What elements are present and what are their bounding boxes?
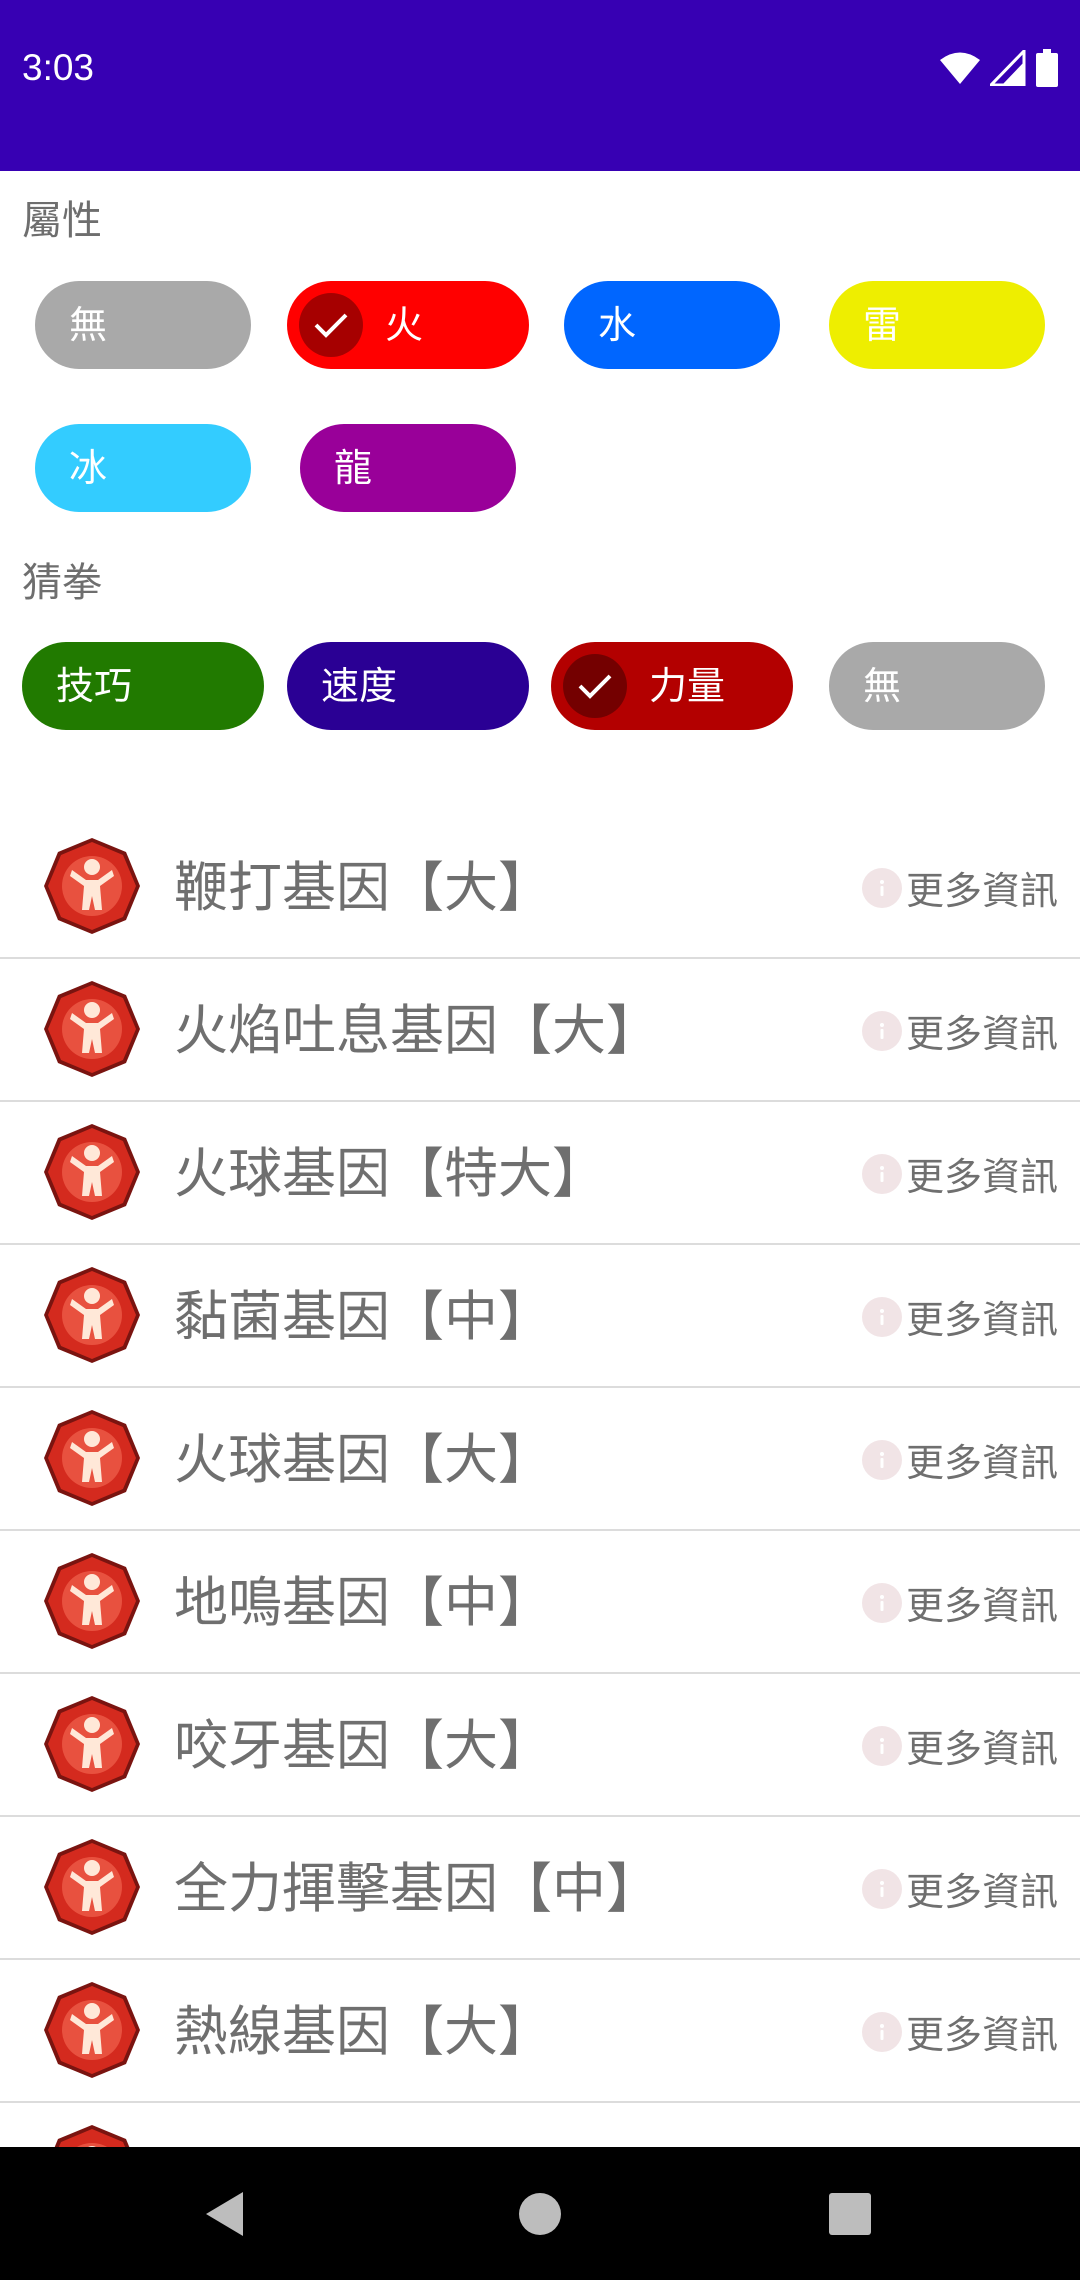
navigation-bar <box>0 2147 1080 2280</box>
more-info-label: 更多資訊 <box>905 869 1058 913</box>
power-gene-icon <box>42 2123 142 2147</box>
chip-attr-thunder[interactable]: 雷 <box>829 281 1045 369</box>
info-icon <box>861 1010 902 1051</box>
gene-row[interactable]: 鞭打基因【大】 更多資訊 <box>0 816 1080 959</box>
gene-name: 火球基因【特大】 <box>174 1142 606 1205</box>
gene-row[interactable]: 咆哮基因R 更多資訊 <box>0 2103 1080 2147</box>
power-gene-icon <box>42 1837 142 1937</box>
gene-row[interactable]: 熱線基因【大】 更多資訊 <box>0 1960 1080 2103</box>
info-icon <box>861 2011 902 2052</box>
chip-label: 速度 <box>321 664 398 708</box>
more-info-label: 更多資訊 <box>905 1012 1058 1056</box>
gene-name: 火焰吐息基因【大】 <box>174 999 660 1062</box>
info-icon <box>861 1582 902 1623</box>
status-time: 3:03 <box>22 47 95 88</box>
more-info-button[interactable]: 更多資訊 <box>862 2103 1058 2147</box>
chip-rps-power[interactable]: 力量 <box>551 642 793 730</box>
power-gene-icon <box>42 1551 142 1651</box>
more-info-label: 更多資訊 <box>905 1441 1058 1485</box>
gene-name: 咬牙基因【大】 <box>174 1714 552 1777</box>
power-gene-icon <box>42 1408 142 1508</box>
chip-attr-water[interactable]: 水 <box>564 281 780 369</box>
info-icon <box>861 1296 902 1337</box>
wifi-icon <box>940 52 980 84</box>
chip-label: 無 <box>69 303 108 347</box>
more-info-button[interactable]: 更多資訊 <box>861 816 1058 959</box>
more-info-label: 更多資訊 <box>905 1298 1058 1342</box>
battery-icon <box>1036 49 1058 87</box>
gene-name: 熱線基因【大】 <box>174 2000 552 2063</box>
chip-label: 冰 <box>69 446 108 490</box>
more-info-label: 更多資訊 <box>905 1584 1058 1628</box>
chip-label: 水 <box>598 303 637 347</box>
gene-row[interactable]: 火球基因【特大】 更多資訊 <box>0 1102 1080 1245</box>
recents-icon <box>829 2192 871 2235</box>
chip-attr-ice[interactable]: 冰 <box>35 424 251 512</box>
more-info-button[interactable]: 更多資訊 <box>861 1960 1058 2103</box>
gene-row[interactable]: 黏菌基因【中】 更多資訊 <box>0 1245 1080 1388</box>
back-button[interactable] <box>165 2147 285 2280</box>
gene-row[interactable]: 地鳴基因【中】 更多資訊 <box>0 1531 1080 1674</box>
more-info-label: 更多資訊 <box>905 2013 1058 2057</box>
gene-name: 火球基因【大】 <box>174 1428 552 1491</box>
chip-attr-none[interactable]: 無 <box>35 281 251 369</box>
gene-name: 地鳴基因【中】 <box>174 1571 552 1634</box>
chip-rps-technique[interactable]: 技巧 <box>22 642 264 730</box>
chip-rps-speed[interactable]: 速度 <box>287 642 529 730</box>
chip-label: 力量 <box>649 664 726 708</box>
info-icon <box>861 867 902 908</box>
gene-name: 黏菌基因【中】 <box>174 1285 552 1348</box>
info-icon <box>861 1725 902 1766</box>
check-icon <box>563 654 627 718</box>
more-info-label: 更多資訊 <box>905 1870 1058 1914</box>
chip-label: 龍 <box>334 446 373 490</box>
more-info-button[interactable]: 更多資訊 <box>861 1531 1058 1674</box>
chip-label: 雷 <box>863 303 902 347</box>
gene-row[interactable]: 火球基因【大】 更多資訊 <box>0 1388 1080 1531</box>
attribute-label: 屬性 <box>22 198 102 244</box>
gene-row[interactable]: 火焰吐息基因【大】 更多資訊 <box>0 959 1080 1102</box>
gene-name: 鞭打基因【大】 <box>174 856 552 919</box>
power-gene-icon <box>42 1122 142 1222</box>
info-icon <box>861 1439 902 1480</box>
info-icon <box>861 1868 902 1909</box>
chip-attr-dragon[interactable]: 龍 <box>300 424 516 512</box>
chip-label: 無 <box>863 664 902 708</box>
home-button[interactable] <box>480 2147 600 2280</box>
gene-list[interactable]: 鞭打基因【大】 更多資訊 火焰吐息基因【大】 更多資訊 火球基因【特大】 更多資訊 黏菌基因… <box>0 795 1080 2147</box>
chip-rps-none[interactable]: 無 <box>829 642 1045 730</box>
more-info-button[interactable]: 更多資訊 <box>861 1674 1058 1817</box>
power-gene-icon <box>42 836 142 936</box>
more-info-button[interactable]: 更多資訊 <box>861 959 1058 1102</box>
chip-label: 技巧 <box>56 664 133 708</box>
gene-row[interactable]: 咬牙基因【大】 更多資訊 <box>0 1674 1080 1817</box>
power-gene-icon <box>42 1265 142 1365</box>
more-info-button[interactable]: 更多資訊 <box>861 1102 1058 1245</box>
more-info-button[interactable]: 更多資訊 <box>861 1817 1058 1960</box>
gene-name: 全力揮擊基因【中】 <box>174 1857 660 1920</box>
signal-icon <box>990 50 1026 86</box>
status-icons <box>940 48 1058 88</box>
back-icon <box>206 2191 243 2236</box>
more-info-label: 更多資訊 <box>905 1727 1058 1771</box>
home-icon <box>519 2192 561 2235</box>
more-info-button[interactable]: 更多資訊 <box>861 1245 1058 1388</box>
power-gene-icon <box>42 1694 142 1794</box>
status-bar: 3:03 <box>0 0 1080 171</box>
rps-label: 猜拳 <box>22 560 102 606</box>
chip-attr-fire[interactable]: 火 <box>287 281 529 369</box>
chip-label: 火 <box>385 303 424 347</box>
recents-button[interactable] <box>790 2147 910 2280</box>
gene-row[interactable]: 全力揮擊基因【中】 更多資訊 <box>0 1817 1080 1960</box>
gene-name: 咆哮基因R <box>174 2103 428 2147</box>
power-gene-icon <box>42 1980 142 2080</box>
power-gene-icon <box>42 979 142 1079</box>
check-icon <box>299 293 363 357</box>
more-info-label: 更多資訊 <box>905 1155 1058 1199</box>
info-icon <box>861 1153 902 1194</box>
more-info-button[interactable]: 更多資訊 <box>861 1388 1058 1531</box>
